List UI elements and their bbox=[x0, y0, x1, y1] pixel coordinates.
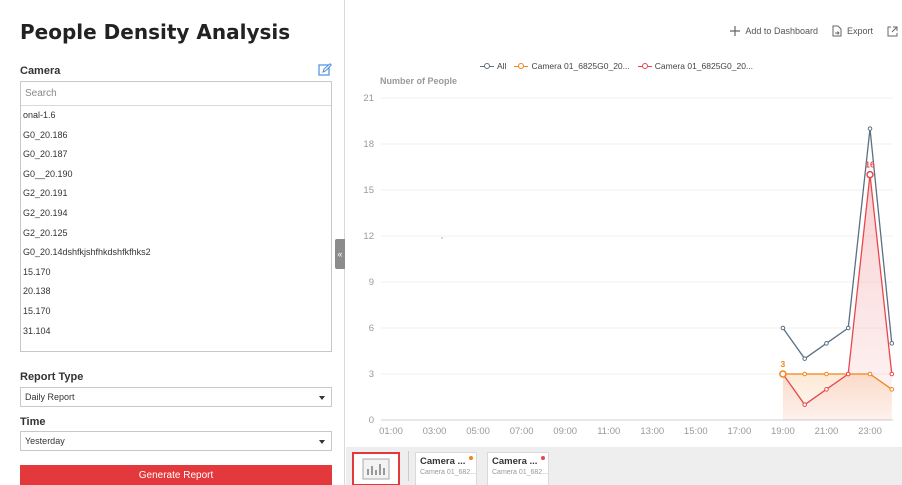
people-density-chart: 0 3 6 9 12 15 18 21 01:00 03:00 05:00 07:00 09:00 11:… bbox=[363, 93, 895, 437]
camera-item[interactable]: G2_20.125 bbox=[21, 224, 331, 244]
thumbnail-subtitle: Camera 01_682... bbox=[492, 469, 549, 476]
chevron-down-icon bbox=[319, 440, 325, 444]
report-type-label: Report Type bbox=[20, 371, 84, 383]
highlighted-point bbox=[779, 370, 787, 378]
camera-item[interactable]: onal-1.6 bbox=[21, 106, 331, 126]
time-value: Yesterday bbox=[25, 436, 65, 446]
time-select[interactable]: Yesterday bbox=[20, 431, 332, 451]
data-point bbox=[867, 371, 873, 377]
y-tick-label: 18 bbox=[363, 139, 374, 150]
x-tick-label: 13:00 bbox=[640, 426, 664, 437]
chart-thumbnail-strip: Camera ... Camera 01_682... Camera ... C… bbox=[346, 447, 902, 485]
data-label: 3 bbox=[781, 359, 786, 369]
chart-icon bbox=[362, 458, 390, 480]
data-point bbox=[845, 325, 851, 331]
report-type-select[interactable]: Daily Report bbox=[20, 387, 332, 407]
x-tick-label: 21:00 bbox=[815, 426, 839, 437]
x-tick-label: 01:00 bbox=[379, 426, 403, 437]
x-tick-label: 03:00 bbox=[423, 426, 447, 437]
camera-item[interactable]: G0_20.14dshfkjshfhkdshfkfhks2 bbox=[21, 243, 331, 263]
camera-search-input[interactable] bbox=[21, 82, 331, 106]
camera-list-box: onal-1.6 G0_20.186 G0_20.187 G0__20.190 … bbox=[20, 81, 332, 352]
x-tick-label: 09:00 bbox=[553, 426, 577, 437]
thumbnail-status-dot bbox=[469, 456, 473, 460]
data-point bbox=[802, 356, 807, 361]
thumbnail-subtitle: Camera 01_682... bbox=[420, 469, 477, 476]
camera-item[interactable]: G2_20.191 bbox=[21, 184, 331, 204]
camera-item[interactable]: 15.170 bbox=[21, 263, 331, 283]
y-tick-label: 6 bbox=[369, 323, 374, 334]
chart-thumbnail-card[interactable]: Camera ... Camera 01_682... bbox=[415, 452, 477, 485]
y-tick-label: 15 bbox=[363, 185, 374, 196]
highlighted-point bbox=[866, 170, 874, 179]
data-point bbox=[889, 387, 895, 392]
camera-item[interactable]: 31.104 bbox=[21, 322, 331, 342]
data-point bbox=[802, 371, 807, 377]
x-tick-label: 19:00 bbox=[771, 426, 795, 437]
page-title: People Density Analysis bbox=[20, 20, 291, 44]
x-tick-label: 17:00 bbox=[727, 426, 751, 437]
generate-report-button[interactable]: Generate Report bbox=[20, 465, 332, 485]
x-tick-label: 07:00 bbox=[510, 426, 534, 437]
report-type-value: Daily Report bbox=[25, 392, 75, 402]
time-label: Time bbox=[20, 416, 46, 428]
data-point bbox=[845, 371, 851, 377]
camera-item[interactable]: 15.170 bbox=[21, 302, 331, 322]
x-tick-label: 15:00 bbox=[684, 426, 708, 437]
camera-label: Camera bbox=[20, 65, 61, 77]
camera-list: onal-1.6 G0_20.186 G0_20.187 G0__20.190 … bbox=[21, 106, 331, 341]
report-settings-panel: People Density Analysis Camera onal-1.6 … bbox=[0, 0, 345, 485]
camera-item[interactable]: G0_20.186 bbox=[21, 126, 331, 146]
data-point bbox=[802, 402, 807, 407]
chart-panel: Add to Dashboard Export All Camera 01_68… bbox=[346, 0, 902, 485]
camera-item[interactable]: G2_20.194 bbox=[21, 204, 331, 224]
data-point bbox=[867, 126, 873, 131]
chart-thumbnail-card[interactable]: Camera ... Camera 01_682... bbox=[487, 452, 549, 485]
collapse-panel-handle[interactable]: « bbox=[335, 239, 345, 269]
x-tick-label: 23:00 bbox=[858, 426, 882, 437]
x-tick-label: 11:00 bbox=[597, 426, 620, 437]
stray-dot bbox=[441, 237, 443, 239]
y-tick-label: 3 bbox=[369, 369, 374, 380]
data-point bbox=[780, 325, 786, 331]
y-tick-label: 9 bbox=[369, 277, 374, 288]
data-point bbox=[824, 371, 829, 377]
y-tick-label: 21 bbox=[363, 93, 374, 104]
data-point bbox=[824, 341, 829, 346]
x-tick-label: 05:00 bbox=[466, 426, 490, 437]
chevron-down-icon bbox=[319, 396, 325, 400]
thumbnail-title: Camera ... bbox=[492, 456, 538, 467]
data-point bbox=[824, 387, 829, 392]
data-label: 16 bbox=[865, 160, 875, 170]
chart-thumbnail-active[interactable] bbox=[352, 452, 400, 485]
camera-item[interactable]: 20.138 bbox=[21, 282, 331, 302]
camera-item[interactable]: G0_20.187 bbox=[21, 145, 331, 165]
thumbnail-status-dot bbox=[541, 456, 545, 460]
data-point bbox=[889, 371, 895, 377]
thumbnail-divider bbox=[408, 451, 409, 481]
camera-item[interactable]: G0__20.190 bbox=[21, 165, 331, 185]
thumbnail-title: Camera ... bbox=[420, 456, 466, 467]
data-point bbox=[889, 341, 895, 346]
edit-icon[interactable] bbox=[318, 63, 332, 77]
y-tick-label: 0 bbox=[369, 415, 374, 426]
y-tick-label: 12 bbox=[363, 231, 374, 242]
